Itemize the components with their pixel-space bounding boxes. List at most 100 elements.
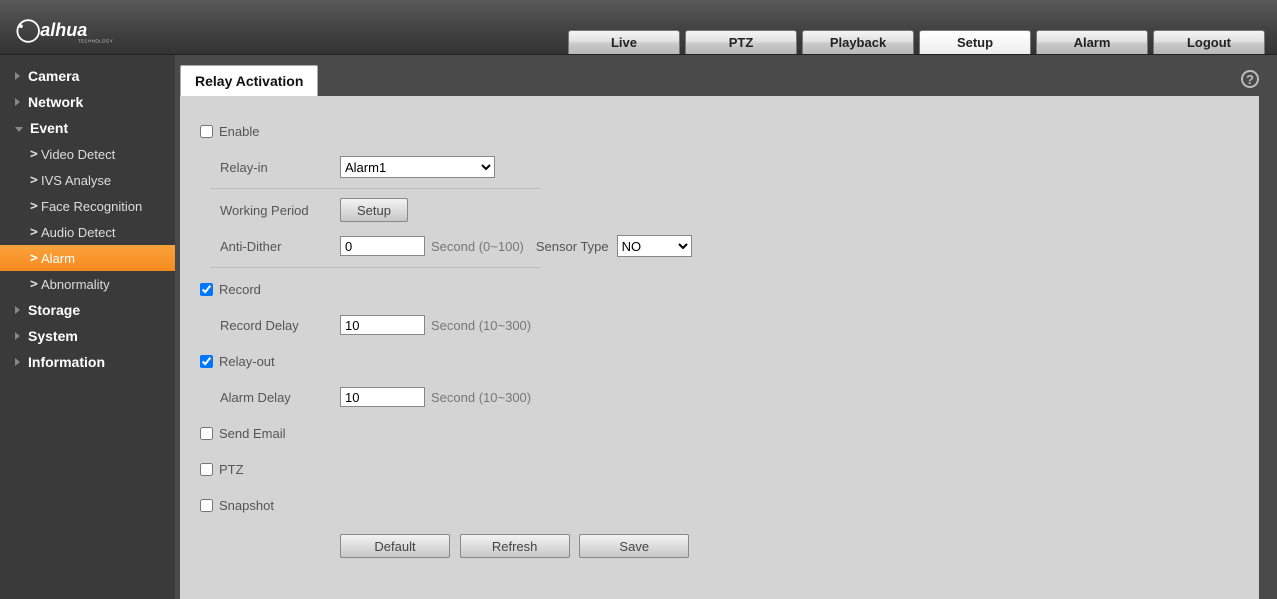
chevron-icon: > [30,173,35,188]
footer-buttons: Default Refresh Save [200,534,1239,558]
sidebar-item-storage[interactable]: Storage [0,297,175,323]
nav-ptz[interactable]: PTZ [685,30,797,54]
brand-logo: alhua TECHNOLOGY [15,16,135,46]
sensor-type-block: Sensor Type NO [536,235,692,257]
row-relay-out: Relay-out [200,346,1239,376]
chevron-down-icon [15,127,23,132]
sensor-type-label: Sensor Type [536,239,609,254]
row-record: Record [200,274,1239,304]
relay-out-checkbox[interactable] [200,355,213,368]
sidebar-sub-label: IVS Analyse [41,173,111,188]
ptz-label: PTZ [219,462,244,477]
sidebar-item-system[interactable]: System [0,323,175,349]
sidebar-item-network[interactable]: Network [0,89,175,115]
separator [210,188,540,189]
svg-text:TECHNOLOGY: TECHNOLOGY [78,38,113,43]
row-snapshot: Snapshot [200,490,1239,520]
anti-dither-unit: Second (0~100) [431,239,524,254]
chevron-right-icon [15,358,20,366]
ptz-checkbox[interactable] [200,463,213,476]
chevron-right-icon [15,98,20,106]
sidebar-label: Storage [28,302,80,318]
nav-setup[interactable]: Setup [919,30,1031,54]
row-record-delay: Record Delay Second (10~300) [200,310,1239,340]
send-email-label: Send Email [219,426,285,441]
working-period-label: Working Period [210,203,340,218]
main: Relay Activation ? Enable Relay-in Alarm… [175,55,1277,599]
record-checkbox[interactable] [200,283,213,296]
enable-checkbox[interactable] [200,125,213,138]
default-button[interactable]: Default [340,534,450,558]
chevron-right-icon [15,332,20,340]
chevron-icon: > [30,147,35,162]
sidebar-sub-ivs-analyse[interactable]: > IVS Analyse [0,167,175,193]
chevron-icon: > [30,277,35,292]
sidebar-label: Event [30,120,68,136]
sensor-type-select[interactable]: NO [617,235,692,257]
separator [210,267,540,268]
record-label: Record [219,282,261,297]
alarm-delay-label: Alarm Delay [210,390,340,405]
row-working-period: Working Period Setup [200,195,1239,225]
help-icon[interactable]: ? [1241,70,1259,88]
row-relay-in: Relay-in Alarm1 [200,152,1239,182]
enable-label: Enable [219,124,259,139]
header: alhua TECHNOLOGY Live PTZ Playback Setup… [0,0,1277,55]
chevron-right-icon [15,72,20,80]
sidebar-label: Information [28,354,105,370]
relay-in-label: Relay-in [210,160,340,175]
sidebar-sub-label: Abnormality [41,277,110,292]
sidebar-sub-alarm[interactable]: > Alarm [0,245,175,271]
nav-alarm[interactable]: Alarm [1036,30,1148,54]
chevron-icon: > [30,199,35,214]
save-button[interactable]: Save [579,534,689,558]
send-email-checkbox[interactable] [200,427,213,440]
top-nav: Live PTZ Playback Setup Alarm Logout [568,30,1265,54]
sidebar-sub-label: Video Detect [41,147,115,162]
alarm-delay-unit: Second (10~300) [431,390,531,405]
alarm-delay-input[interactable] [340,387,425,407]
record-delay-unit: Second (10~300) [431,318,531,333]
anti-dither-label: Anti-Dither [210,239,340,254]
record-delay-input[interactable] [340,315,425,335]
relay-out-label: Relay-out [219,354,275,369]
chevron-right-icon [15,306,20,314]
chevron-icon: > [30,251,35,266]
anti-dither-input[interactable] [340,236,425,256]
sidebar: Camera Network Event > Video Detect > IV… [0,55,175,599]
sidebar-sub-abnormality[interactable]: > Abnormality [0,271,175,297]
refresh-button[interactable]: Refresh [460,534,570,558]
settings-panel: Enable Relay-in Alarm1 Working Period Se… [180,96,1259,599]
logo-icon: alhua TECHNOLOGY [15,16,135,46]
sidebar-sub-face-recognition[interactable]: > Face Recognition [0,193,175,219]
sidebar-sub-label: Face Recognition [41,199,142,214]
row-send-email: Send Email [200,418,1239,448]
tab-bar: Relay Activation ? [180,65,1259,96]
svg-text:alhua: alhua [40,20,87,40]
row-ptz: PTZ [200,454,1239,484]
sidebar-label: System [28,328,78,344]
sidebar-item-camera[interactable]: Camera [0,63,175,89]
sidebar-label: Network [28,94,83,110]
sidebar-sub-audio-detect[interactable]: > Audio Detect [0,219,175,245]
nav-logout[interactable]: Logout [1153,30,1265,54]
body: Camera Network Event > Video Detect > IV… [0,55,1277,599]
sidebar-sub-label: Alarm [41,251,75,266]
sidebar-item-information[interactable]: Information [0,349,175,375]
tab-relay-activation[interactable]: Relay Activation [180,65,318,96]
nav-live[interactable]: Live [568,30,680,54]
record-delay-label: Record Delay [210,318,340,333]
nav-playback[interactable]: Playback [802,30,914,54]
sidebar-item-event[interactable]: Event [0,115,175,141]
sidebar-sub-label: Audio Detect [41,225,115,240]
setup-button[interactable]: Setup [340,198,408,222]
sidebar-sub-video-detect[interactable]: > Video Detect [0,141,175,167]
sidebar-label: Camera [28,68,79,84]
row-enable: Enable [200,116,1239,146]
row-alarm-delay: Alarm Delay Second (10~300) [200,382,1239,412]
relay-in-select[interactable]: Alarm1 [340,156,495,178]
row-anti-dither: Anti-Dither Second (0~100) Sensor Type N… [200,231,1239,261]
snapshot-label: Snapshot [219,498,274,513]
chevron-icon: > [30,225,35,240]
snapshot-checkbox[interactable] [200,499,213,512]
